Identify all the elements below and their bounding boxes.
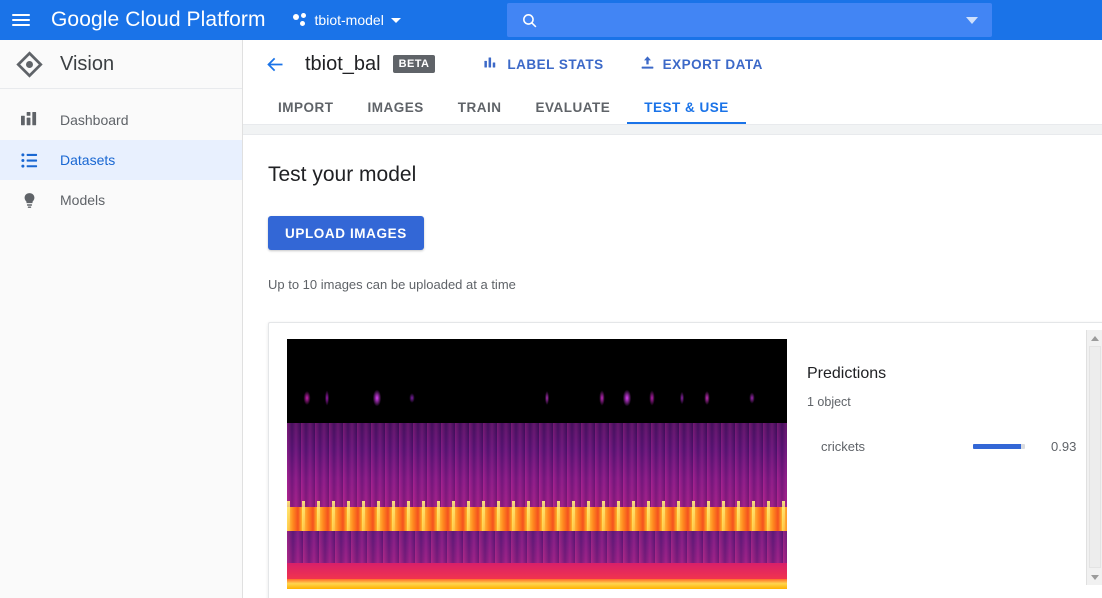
prediction-row: crickets 0.93 [807,439,1102,454]
sidebar-item-label: Models [60,192,106,208]
predictions-panel: Predictions 1 object crickets 0.93 [787,323,1102,598]
prediction-confidence-fill [973,444,1022,449]
object-count: 1 object [807,395,851,409]
upload-export-icon [640,55,655,74]
upload-images-button[interactable]: UPLOAD IMAGES [268,216,424,250]
spectrogram-harmonic-dots [287,385,787,411]
tab-test-and-use[interactable]: TEST & USE [627,89,746,125]
scroll-up-arrow-icon[interactable] [1087,330,1102,346]
tab-import[interactable]: IMPORT [261,89,351,125]
hamburger-menu-button[interactable] [0,0,42,40]
sidebar-item-label: Datasets [60,152,116,168]
lightbulb-icon [9,192,49,209]
spectrogram-image[interactable] [287,339,787,589]
top-navigation-bar: Google Cloud Platform tbiot-model [0,0,1102,40]
bar-chart-icon [484,55,499,73]
spectrogram-mid-band [287,423,787,513]
export-data-button[interactable]: EXPORT DATA [640,55,763,74]
search-icon [507,12,551,29]
brand-title: Google Cloud Platform [51,8,266,31]
project-selector[interactable]: tbiot-model [289,5,405,35]
sidebar-item-label: Dashboard [60,112,129,128]
sidebar-item-datasets[interactable]: Datasets [0,140,242,180]
tab-train[interactable]: TRAIN [441,89,519,125]
back-arrow-icon[interactable] [261,50,289,78]
scroll-down-arrow-icon[interactable] [1087,569,1102,585]
upload-hint-text: Up to 10 images can be uploaded at a tim… [268,277,516,292]
test-your-model-section: Test your model UPLOAD IMAGES Up to 10 i… [243,163,1102,598]
section-title: Test your model [268,163,417,186]
scrollbar-thumb[interactable] [1089,346,1101,568]
prediction-score: 0.93 [1051,439,1077,454]
status-badge: BETA [392,55,436,73]
search-dropdown-button[interactable] [952,16,992,24]
label-stats-button[interactable]: LABEL STATS [484,55,603,73]
tab-bar-divider [243,124,1102,125]
sidebar: Vision Dashboard Datasets Models [0,40,243,598]
prediction-label: crickets [821,439,866,454]
chevron-down-icon [966,16,978,24]
list-icon [9,152,49,169]
product-name: Vision [60,52,115,75]
product-header: Vision [0,40,242,89]
project-dots-icon [292,12,308,28]
hamburger-menu-icon [12,11,30,29]
sidebar-item-models[interactable]: Models [0,180,242,220]
spectrogram-lower-mid-band [287,531,787,565]
tab-bar: IMPORT IMAGES TRAIN EVALUATE TEST & USE [243,89,1102,125]
sidebar-item-dashboard[interactable]: Dashboard [0,100,242,140]
vision-diamond-icon [9,50,49,78]
vertical-scrollbar[interactable] [1086,330,1102,585]
spectrogram-baseline-band [287,579,787,589]
page-header: tbiot_bal BETA LABEL STATS EXPORT DATA [243,40,1102,89]
chevron-down-icon [390,17,401,23]
search-input[interactable] [551,12,952,28]
prediction-result-card: Predictions 1 object crickets 0.93 [268,322,1102,598]
prediction-confidence-bar [973,444,1025,449]
predictions-title: Predictions [807,365,887,382]
search-bar[interactable] [507,3,992,37]
spectrogram-upper-band [287,339,787,427]
sidebar-nav-list: Dashboard Datasets Models [0,89,242,220]
toolbar-strip [243,125,1102,135]
dashboard-icon [9,111,49,129]
tab-evaluate[interactable]: EVALUATE [519,89,628,125]
main-content: tbiot_bal BETA LABEL STATS EXPORT DATA I… [243,40,1102,598]
page-title: tbiot_bal [305,52,381,75]
tab-images[interactable]: IMAGES [351,89,441,125]
export-data-label: EXPORT DATA [662,56,763,72]
project-name: tbiot-model [314,12,384,28]
label-stats-label: LABEL STATS [507,56,604,72]
